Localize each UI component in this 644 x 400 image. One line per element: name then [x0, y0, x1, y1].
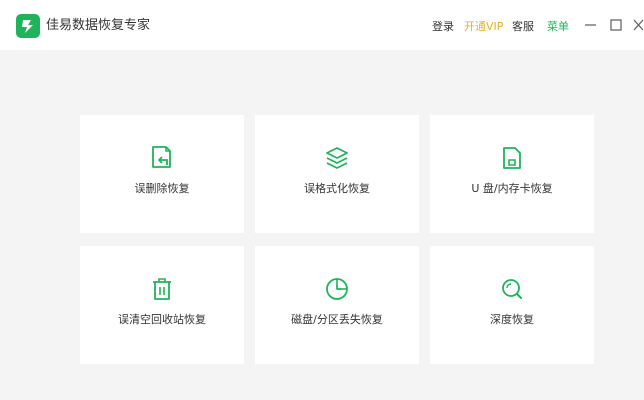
card-deep-recovery[interactable]: 深度恢复	[430, 246, 594, 364]
menu-button[interactable]: 菜单	[547, 18, 569, 36]
card-partition-recovery[interactable]: 磁盘/分区丢失恢复	[255, 246, 419, 364]
card-label: 误格式化恢复	[304, 182, 370, 195]
trash-icon	[150, 276, 174, 302]
partition-pie-icon	[325, 276, 349, 302]
deleted-file-recovery-icon	[150, 145, 174, 171]
card-label: 误删除恢复	[134, 182, 190, 195]
card-usb-sd-recovery[interactable]: U 盘/内存卡恢复	[430, 115, 594, 233]
vip-button[interactable]: 开通VIP	[464, 18, 503, 36]
brand-logo-icon	[16, 14, 40, 38]
login-button[interactable]: 登录	[432, 18, 454, 36]
title-bar: 佳易数据恢复专家 登录 开通VIP 客服 菜单	[0, 0, 644, 50]
customer-service-button[interactable]: 客服	[512, 18, 534, 36]
deep-search-icon	[500, 276, 524, 302]
app-title: 佳易数据恢复专家	[46, 18, 151, 33]
maximize-icon[interactable]	[608, 16, 624, 34]
minimize-icon[interactable]	[583, 16, 599, 34]
card-label: U 盘/内存卡恢复	[471, 182, 553, 195]
sd-card-icon	[500, 145, 524, 171]
card-format-recovery[interactable]: 误格式化恢复	[255, 115, 419, 233]
card-label: 磁盘/分区丢失恢复	[291, 313, 383, 326]
close-icon[interactable]	[632, 16, 644, 34]
card-label: 深度恢复	[490, 313, 534, 326]
card-recycle-bin-recovery[interactable]: 误清空回收站恢复	[80, 246, 244, 364]
layers-icon	[325, 145, 349, 171]
card-deleted-recovery[interactable]: 误删除恢复	[80, 115, 244, 233]
card-label: 误清空回收站恢复	[118, 313, 206, 326]
